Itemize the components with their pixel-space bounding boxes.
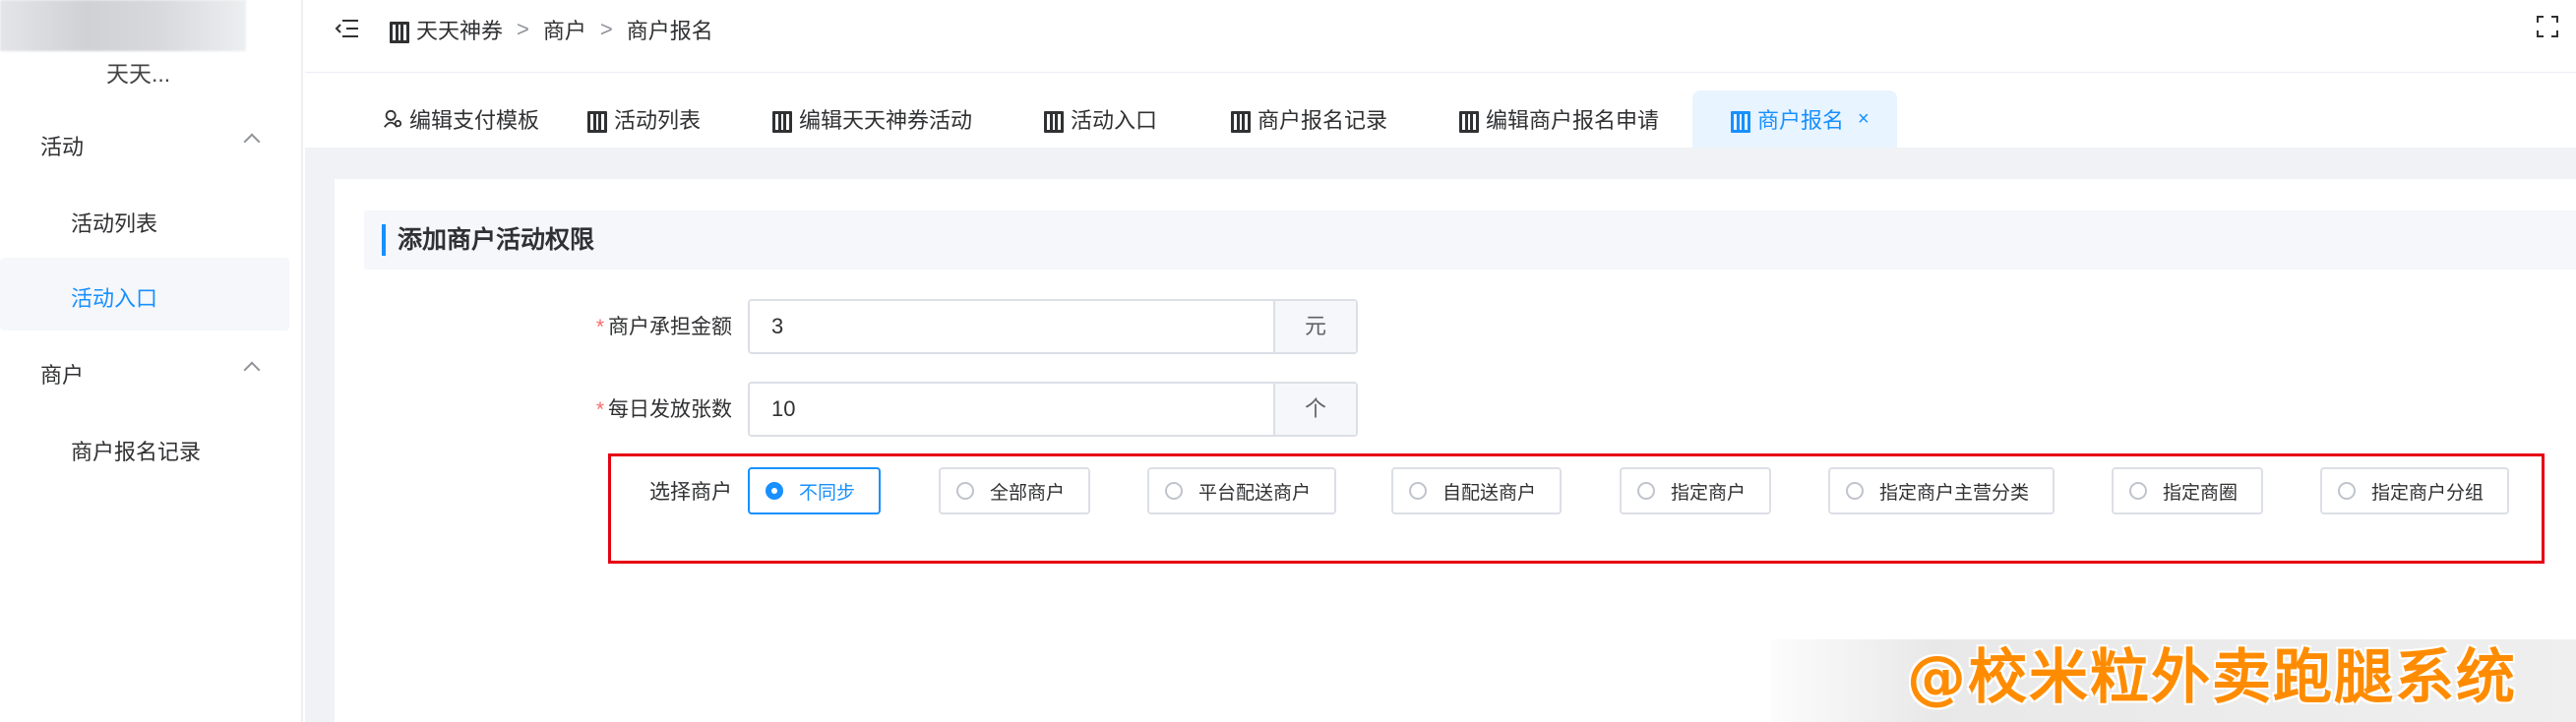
radio-label: 全部商户 <box>990 482 1066 504</box>
daily-count-label: * 每日发放张数 <box>575 393 732 423</box>
chevron-up-icon <box>243 133 261 150</box>
book-icon <box>1458 109 1480 133</box>
book-icon <box>586 109 608 133</box>
radio-dot <box>1846 482 1864 500</box>
breadcrumb-separator: > <box>599 17 613 41</box>
radio-no-sync[interactable]: 不同步 <box>748 467 882 514</box>
tab-merchant-signup[interactable]: 商户报名 × <box>1692 90 1897 148</box>
tab-activity-entry[interactable]: 活动入口 <box>1043 90 1157 148</box>
radio-dot <box>2129 482 2147 500</box>
tab-edit-merchant-signup[interactable]: 编辑商户报名申请 <box>1458 90 1659 148</box>
sidebar-item-label: 活动入口 <box>71 286 158 311</box>
logo-image <box>0 0 246 51</box>
book-icon <box>771 109 793 133</box>
unit-suffix: 元 <box>1273 301 1356 352</box>
tabs-bar: 编辑支付模板 活动列表 编辑天天神券活动 活动入口 商户报名记录 编辑商户报名申… <box>305 90 2576 148</box>
chevron-up-icon <box>243 361 261 379</box>
breadcrumb-item[interactable]: 商户 <box>543 14 586 45</box>
sidebar: 天天... 活动 活动列表 活动入口 商户 商户报名记录 <box>0 0 303 722</box>
sidebar-item-activity-list[interactable]: 活动列表 <box>0 183 289 256</box>
radio-label: 指定商户主营分类 <box>1879 482 2030 504</box>
daily-count-input[interactable]: 10 <box>750 384 1273 435</box>
logo-text: 天天... <box>106 61 171 87</box>
radio-specified-merchant[interactable]: 指定商户 <box>1620 467 1772 514</box>
radio-dot <box>766 482 783 500</box>
book-icon <box>1730 109 1751 133</box>
breadcrumb: 天天神券 > 商户 > 商户报名 <box>389 14 713 45</box>
user-icon <box>384 109 402 128</box>
label-text: 商户承担金额 <box>608 316 732 338</box>
tab-label: 编辑商户报名申请 <box>1486 108 1660 133</box>
tab-edit-tiantian-activity[interactable]: 编辑天天神券活动 <box>771 90 972 148</box>
radio-dot <box>2338 482 2356 500</box>
menu-fold-icon[interactable] <box>335 18 360 39</box>
radio-label: 指定商户分组 <box>2371 482 2484 504</box>
unit-suffix: 个 <box>1273 384 1356 435</box>
tab-label: 商户报名记录 <box>1257 108 1388 133</box>
radio-label: 平台配送商户 <box>1198 482 1312 504</box>
radio-dot <box>1165 482 1183 500</box>
select-merchant-label: 选择商户 <box>649 481 732 504</box>
fullscreen-icon[interactable] <box>2537 16 2558 37</box>
sidebar-group-label: 活动 <box>40 135 85 159</box>
sidebar-item-label: 商户报名记录 <box>71 440 202 464</box>
sidebar-item-merchant-signup-records[interactable]: 商户报名记录 <box>0 411 289 484</box>
tab-merchant-signup-records[interactable]: 商户报名记录 <box>1230 90 1387 148</box>
merchant-amount-input[interactable]: 3 <box>750 301 1273 352</box>
label-text: 每日发放张数 <box>608 398 732 421</box>
tab-activity-list[interactable]: 活动列表 <box>586 90 701 148</box>
radio-specified-group[interactable]: 指定商户分组 <box>2320 467 2510 514</box>
tab-label: 活动列表 <box>614 108 702 133</box>
required-mark: * <box>595 316 604 338</box>
section-title: 添加商户活动权限 <box>364 211 2576 270</box>
breadcrumb-separator: > <box>517 17 529 41</box>
book-icon <box>1043 109 1065 133</box>
book-icon <box>389 20 410 43</box>
book-icon <box>1230 109 1252 133</box>
tab-label: 商户报名 <box>1757 108 1845 133</box>
breadcrumb-item: 商户报名 <box>626 19 713 43</box>
radio-specified-district[interactable]: 指定商圈 <box>2112 467 2264 514</box>
radio-label: 指定商圈 <box>2163 482 2239 504</box>
radio-dot <box>1637 482 1655 500</box>
radio-label: 不同步 <box>799 482 856 504</box>
close-icon[interactable]: × <box>1858 108 1870 131</box>
daily-count-field[interactable]: 10 个 <box>748 382 1358 437</box>
radio-dot <box>1409 482 1427 500</box>
radio-self-delivery[interactable]: 自配送商户 <box>1391 467 1563 514</box>
watermark-text: @校米粒外卖跑腿系统 <box>1907 643 2517 712</box>
radio-label: 自配送商户 <box>1442 482 1537 504</box>
merchant-amount-label: * 商户承担金额 <box>575 311 732 340</box>
radio-dot <box>956 482 974 500</box>
breadcrumb-item[interactable]: 天天神券 <box>416 14 503 45</box>
tab-label: 活动入口 <box>1071 108 1158 133</box>
top-header: 天天神券 > 商户 > 商户报名 <box>305 0 2576 73</box>
sidebar-group-activity[interactable]: 活动 <box>0 114 295 173</box>
radio-specified-category[interactable]: 指定商户主营分类 <box>1828 467 2055 514</box>
required-mark: * <box>595 398 604 421</box>
tab-label: 编辑天天神券活动 <box>799 108 973 133</box>
merchant-amount-field[interactable]: 3 元 <box>748 299 1358 354</box>
sidebar-group-merchant[interactable]: 商户 <box>0 342 295 401</box>
sidebar-item-label: 活动列表 <box>71 211 158 236</box>
sidebar-group-label: 商户 <box>40 363 85 388</box>
radio-platform-delivery[interactable]: 平台配送商户 <box>1147 467 1337 514</box>
radio-all-merchants[interactable]: 全部商户 <box>939 467 1091 514</box>
sidebar-item-activity-entry[interactable]: 活动入口 <box>0 258 289 331</box>
radio-label: 指定商户 <box>1671 482 1747 504</box>
tab-label: 编辑支付模板 <box>409 108 540 133</box>
tab-edit-payment-template[interactable]: 编辑支付模板 <box>382 90 539 148</box>
